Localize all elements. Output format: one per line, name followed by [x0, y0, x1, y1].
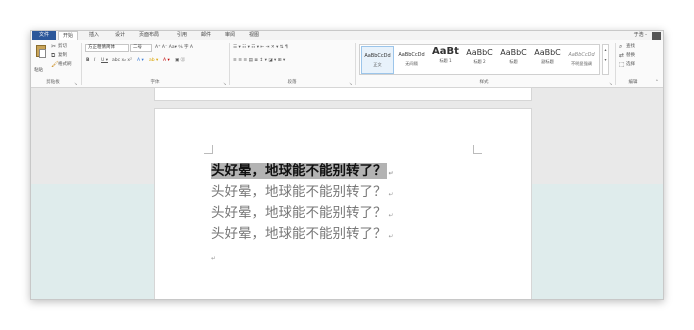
- list-buttons[interactable]: ☰ ▾ ☷ ▾ ☶ ▾ ⇤ ⇥ ✕ ▾ ⇅ ¶: [233, 45, 288, 51]
- copy-icon[interactable]: ⧉: [51, 52, 55, 60]
- styles-group-label: 样式: [479, 80, 489, 85]
- user-account[interactable]: 于浩 -: [634, 31, 647, 40]
- underline-button[interactable]: U ▾: [101, 58, 108, 64]
- style-sample: AaBbCcDd: [364, 53, 391, 59]
- paper-icon: [39, 49, 46, 58]
- cut-label[interactable]: 剪切: [58, 44, 67, 50]
- style-name: 不明显强调: [571, 61, 592, 66]
- copy-label[interactable]: 复制: [58, 53, 67, 59]
- previous-page: [154, 87, 532, 101]
- style-normal[interactable]: AaBbCcDd 正文: [361, 46, 394, 74]
- find-label[interactable]: 查找: [626, 44, 635, 50]
- text-line[interactable]: 头好晕，地球能不能别转了？ ↵: [211, 183, 394, 201]
- paragraph-mark: ↵: [388, 191, 394, 198]
- line-text: 头好晕，地球能不能别转了？: [211, 205, 387, 221]
- ribbon-tab-bar: 文件 开始 插入 设计 页面布局 引用 邮件 审阅 视图 于浩 -: [31, 31, 663, 41]
- font-dialog-launcher[interactable]: ↘: [223, 81, 226, 86]
- style-subtitle[interactable]: AaBbC 副标题: [531, 46, 564, 74]
- char-shading-icon[interactable]: ▣ ㊂: [175, 58, 185, 64]
- text-line[interactable]: 头好晕，地球能不能别转了？ ↵: [211, 225, 394, 243]
- crop-mark: [204, 145, 213, 154]
- font-group-label: 字体: [150, 80, 160, 85]
- paragraph-mark: ↵: [388, 212, 394, 219]
- text-line-selected[interactable]: 头好晕，地球能不能别转了？ ↵: [211, 162, 394, 180]
- style-no-spacing[interactable]: AaBbCcDd 无间隔: [395, 46, 428, 74]
- bold-button[interactable]: B: [86, 58, 89, 64]
- style-sample: AaBbC: [534, 48, 561, 57]
- editing-group-label: 编辑: [628, 80, 638, 85]
- style-heading-1[interactable]: AaBt 标题 1: [429, 46, 462, 74]
- style-subtle-emphasis[interactable]: AaBbCcDd 不明显强调: [565, 46, 598, 74]
- tab-references[interactable]: 引用: [177, 31, 187, 40]
- paragraph-dialog-launcher[interactable]: ↘: [349, 81, 352, 86]
- style-sample: AaBt: [432, 46, 459, 57]
- style-name: 标题 1: [439, 58, 452, 63]
- avatar[interactable]: [652, 32, 661, 40]
- scissors-icon[interactable]: ✂: [51, 43, 56, 51]
- group-separator: [229, 43, 230, 85]
- styles-gallery-scroll[interactable]: ▴ ▾: [602, 44, 609, 75]
- style-name: 标题: [509, 59, 518, 64]
- text-line[interactable]: 头好晕，地球能不能别转了？ ↵: [211, 204, 394, 222]
- tab-design[interactable]: 设计: [115, 31, 125, 40]
- font-size-select[interactable]: 二号: [130, 44, 152, 52]
- style-sample: AaBbC: [466, 48, 493, 57]
- style-title[interactable]: AaBbC 标题: [497, 46, 530, 74]
- paragraph-mark: ↵: [211, 255, 217, 262]
- paragraph-mark: ↵: [388, 170, 394, 177]
- styles-gallery: AaBbCcDd 正文 AaBbCcDd 无间隔 AaBt 标题 1 AaBbC…: [359, 44, 600, 75]
- highlight-icon[interactable]: ab ▾: [149, 58, 158, 64]
- line-text: 头好晕，地球能不能别转了？: [211, 184, 387, 200]
- font-grow-shrink-icons[interactable]: A⁺ A⁻ Aa▾ ⅍ 字 A: [155, 45, 193, 51]
- select-label[interactable]: 选择: [626, 62, 635, 68]
- paragraph-mark: ↵: [388, 233, 394, 240]
- style-name: 标题 2: [473, 59, 486, 64]
- group-separator: [615, 43, 616, 85]
- document-area: 头好晕，地球能不能别转了？ ↵ 头好晕，地球能不能别转了？ ↵ 头好晕，地球能不能别…: [31, 87, 663, 299]
- styles-dialog-launcher[interactable]: ↘: [609, 81, 612, 86]
- strikethrough-subscript-superscript[interactable]: abc x₂ x²: [112, 58, 132, 64]
- font-color-icon[interactable]: A ▾: [163, 58, 170, 64]
- clipboard-dialog-launcher[interactable]: ↘: [74, 81, 77, 86]
- tab-review[interactable]: 审阅: [225, 31, 235, 40]
- document-page[interactable]: 头好晕，地球能不能别转了？ ↵ 头好晕，地球能不能别转了？ ↵ 头好晕，地球能不能别…: [154, 108, 532, 299]
- crop-mark: [473, 145, 482, 154]
- collapse-ribbon-icon[interactable]: ⌃: [655, 80, 659, 86]
- style-name: 副标题: [541, 59, 554, 64]
- clipboard-group-label: 剪贴板: [46, 80, 60, 85]
- italic-button[interactable]: I: [94, 58, 95, 64]
- tab-layout[interactable]: 页面布局: [139, 31, 159, 40]
- replace-label[interactable]: 替换: [626, 53, 635, 59]
- group-separator: [81, 43, 82, 85]
- text-effects-icon[interactable]: A ▾: [137, 58, 144, 64]
- ribbon-home: 粘贴 ✂ 剪切 ⧉ 复制 🖌 格式刷 剪贴板 ↘ 方正粗倩简体 二号 A⁺ A⁻…: [31, 40, 663, 88]
- tab-view[interactable]: 视图: [249, 31, 259, 40]
- select-icon[interactable]: ⬚: [619, 61, 625, 69]
- paste-button[interactable]: [34, 44, 48, 68]
- tab-mailings[interactable]: 邮件: [201, 31, 211, 40]
- find-icon[interactable]: ⌕: [619, 43, 622, 51]
- style-sample: AaBbCcDd: [568, 52, 595, 58]
- paste-label: 粘贴: [34, 68, 43, 73]
- paragraph-group-label: 段落: [287, 80, 297, 85]
- style-sample: AaBbCcDd: [398, 52, 425, 58]
- style-heading-2[interactable]: AaBbC 标题 2: [463, 46, 496, 74]
- align-buttons[interactable]: ≡ ≡ ≡ ▤ ≣ ↕ ▾ ◪ ▾ ⊞ ▾: [233, 58, 285, 64]
- font-family-select[interactable]: 方正粗倩简体: [85, 44, 129, 52]
- style-sample: AaBbC: [500, 48, 527, 57]
- replace-icon[interactable]: ⇄: [619, 52, 624, 60]
- format-painter-label[interactable]: 格式刷: [58, 62, 72, 68]
- style-name: 无间隔: [405, 61, 418, 66]
- line-text: 头好晕，地球能不能别转了？: [211, 226, 387, 242]
- word-window: 文件 开始 插入 设计 页面布局 引用 邮件 审阅 视图 于浩 - 粘贴 ✂ 剪…: [30, 30, 664, 300]
- selected-text: 头好晕，地球能不能别转了？: [211, 163, 387, 179]
- tab-file[interactable]: 文件: [32, 31, 56, 40]
- group-separator: [355, 43, 356, 85]
- tab-insert[interactable]: 插入: [89, 31, 99, 40]
- style-name: 正文: [373, 62, 382, 67]
